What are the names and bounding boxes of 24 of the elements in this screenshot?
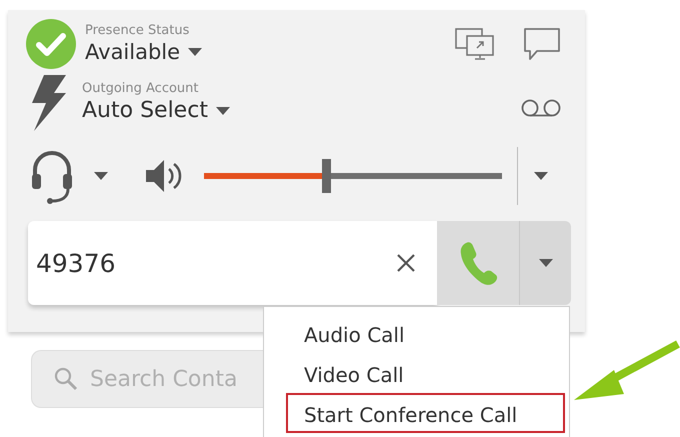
chat-icon[interactable] (523, 27, 561, 61)
dial-field[interactable]: 49376 (28, 221, 438, 305)
search-icon (54, 367, 78, 391)
caret-icon (216, 107, 230, 115)
headset-icon[interactable] (30, 148, 74, 204)
status-check-icon[interactable] (26, 19, 76, 69)
menu-item[interactable]: Video Call (286, 353, 565, 393)
presence-label: Presence Status (85, 23, 190, 39)
clear-icon[interactable] (397, 254, 416, 272)
slider-thumb[interactable] (322, 159, 332, 193)
menu-item[interactable]: Audio Call (286, 313, 565, 353)
lightning-icon (30, 75, 68, 131)
phone-icon (458, 241, 498, 285)
speaker-icon[interactable] (144, 158, 182, 194)
caret-icon (188, 48, 202, 56)
caret-icon[interactable] (94, 172, 108, 180)
outgoing-account-dropdown[interactable]: Auto Select (82, 97, 230, 125)
screen-share-icon[interactable] (455, 28, 495, 60)
caret-icon (538, 259, 553, 267)
presence-dropdown[interactable]: Available (85, 39, 202, 65)
outgoing-account-label: Outgoing Account (82, 81, 198, 97)
menu-item[interactable]: Start Conference Call (286, 393, 565, 433)
caret-icon[interactable] (534, 172, 548, 180)
voicemail-icon[interactable] (521, 99, 561, 117)
